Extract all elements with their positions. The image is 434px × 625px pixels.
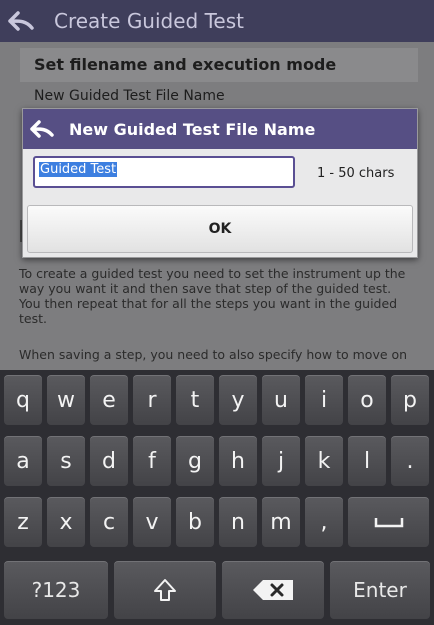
- key-k[interactable]: k: [305, 436, 343, 486]
- key-b[interactable]: b: [176, 497, 214, 547]
- key-h[interactable]: h: [219, 436, 257, 486]
- enter-key[interactable]: Enter: [330, 561, 430, 619]
- section-header: Set filename and execution mode: [20, 48, 418, 82]
- input-row: Guided Test 1 - 50 chars: [23, 149, 417, 203]
- title-bar: Create Guided Test: [0, 0, 434, 42]
- key-n[interactable]: n: [219, 497, 257, 547]
- shift-key[interactable]: [114, 561, 216, 619]
- char-limit-hint: 1 - 50 chars: [317, 166, 395, 181]
- key-x[interactable]: x: [47, 497, 85, 547]
- space-key[interactable]: [348, 497, 429, 547]
- filename-input[interactable]: Guided Test: [33, 156, 295, 188]
- key-l[interactable]: l: [348, 436, 386, 486]
- filename-dialog: New Guided Test File Name Guided Test 1 …: [22, 108, 418, 258]
- key-z[interactable]: z: [4, 497, 42, 547]
- back-button[interactable]: [0, 0, 42, 42]
- key-o[interactable]: o: [348, 375, 386, 425]
- key-c[interactable]: c: [90, 497, 128, 547]
- key-r[interactable]: r: [133, 375, 171, 425]
- key-e[interactable]: e: [90, 375, 128, 425]
- key-p[interactable]: p: [391, 375, 429, 425]
- dialog-title: New Guided Test File Name: [69, 119, 316, 139]
- back-arrow-icon: [8, 11, 34, 31]
- shift-arrow-icon: [154, 579, 176, 601]
- key-w[interactable]: w: [47, 375, 85, 425]
- ok-button[interactable]: OK: [27, 205, 413, 253]
- onscreen-keyboard: q w e r t y u i o p a s d f g h j k l . …: [0, 370, 434, 625]
- back-arrow-icon: [30, 120, 54, 138]
- key-f[interactable]: f: [133, 436, 171, 486]
- key-s[interactable]: s: [47, 436, 85, 486]
- dialog-header: New Guided Test File Name: [23, 109, 417, 149]
- numbers-key[interactable]: ?123: [4, 561, 108, 619]
- key-v[interactable]: v: [133, 497, 171, 547]
- space-icon: [374, 518, 403, 528]
- key-m[interactable]: m: [262, 497, 300, 547]
- key-t[interactable]: t: [176, 375, 214, 425]
- instructions-paragraph-2: When saving a step, you need to also spe…: [19, 347, 408, 362]
- page-title: Create Guided Test: [54, 9, 244, 33]
- key-u[interactable]: u: [262, 375, 300, 425]
- instructions-paragraph: To create a guided test you need to set …: [19, 266, 406, 326]
- selected-text: Guided Test: [39, 162, 118, 177]
- key-comma[interactable]: ,: [305, 497, 343, 547]
- backspace-key[interactable]: [222, 561, 324, 619]
- dialog-back-button[interactable]: [23, 109, 61, 149]
- key-d[interactable]: d: [90, 436, 128, 486]
- key-i[interactable]: i: [305, 375, 343, 425]
- key-a[interactable]: a: [4, 436, 42, 486]
- filename-label: New Guided Test File Name: [34, 88, 225, 104]
- key-g[interactable]: g: [176, 436, 214, 486]
- key-period[interactable]: .: [391, 436, 429, 486]
- key-y[interactable]: y: [219, 375, 257, 425]
- key-q[interactable]: q: [4, 375, 42, 425]
- backspace-icon: [253, 580, 293, 600]
- key-j[interactable]: j: [262, 436, 300, 486]
